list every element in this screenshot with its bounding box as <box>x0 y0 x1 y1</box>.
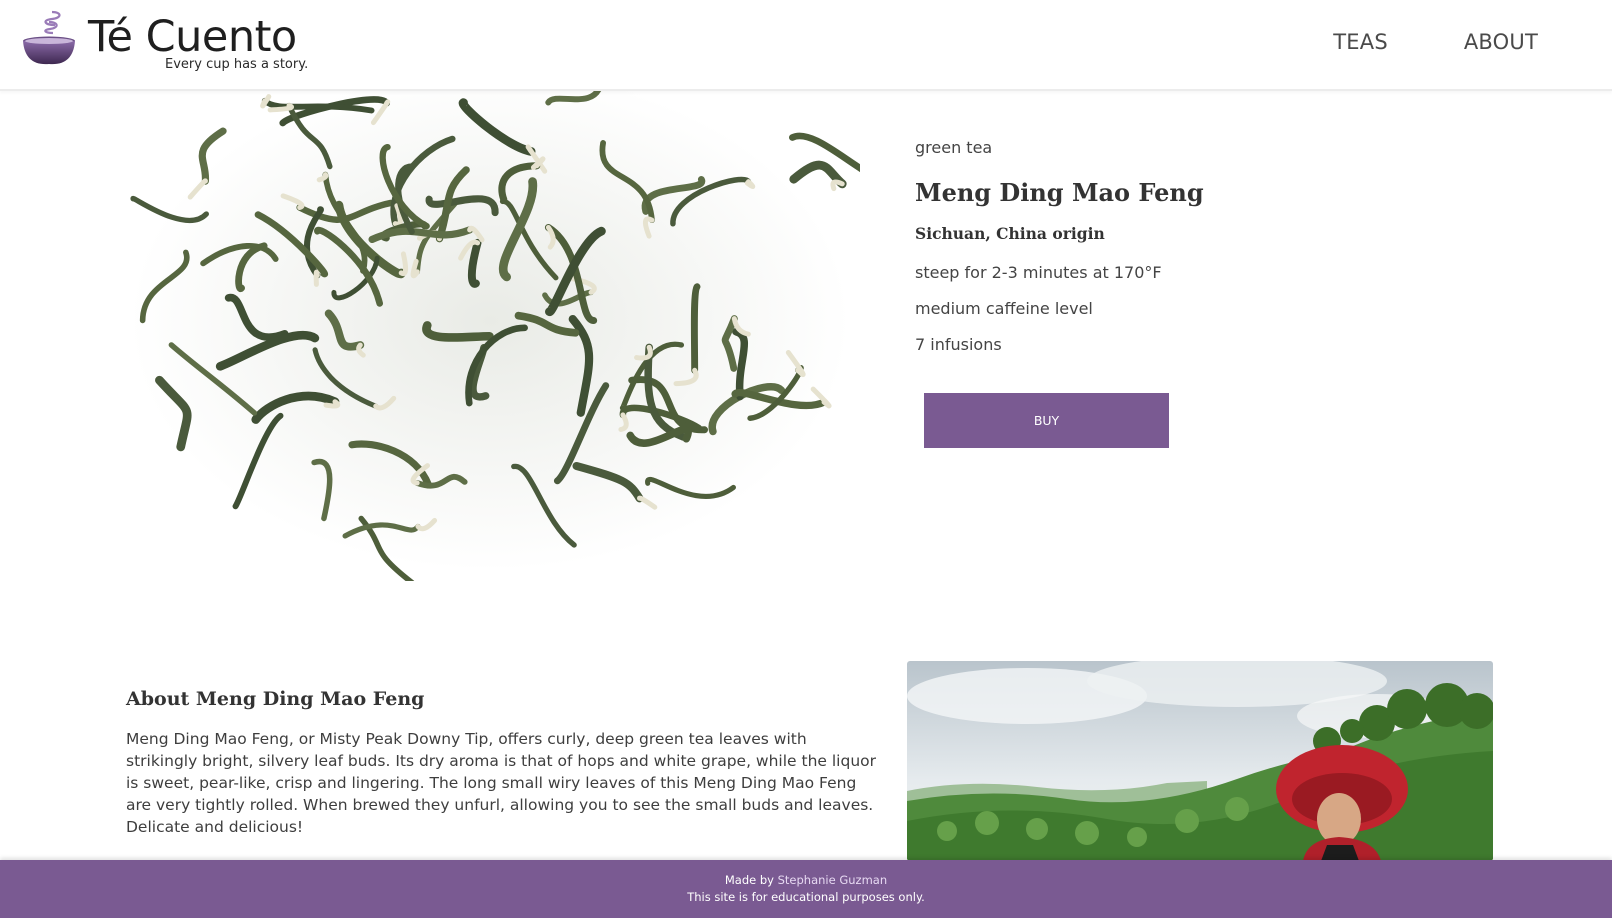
footer-disclaimer: This site is for educational purposes on… <box>687 890 925 904</box>
buy-button[interactable]: BUY <box>924 393 1169 448</box>
tea-leaf <box>690 283 701 374</box>
tea-name: Meng Ding Mao Feng <box>915 178 1204 207</box>
nav-about-link[interactable]: ABOUT <box>1464 30 1538 54</box>
footer-credit: Made by Stephanie Guzman <box>0 873 1612 887</box>
infusion-count: 7 infusions <box>915 335 1002 354</box>
made-by-label: Made by <box>724 873 774 887</box>
product-details: green tea Meng Ding Mao Feng Sichuan, Ch… <box>915 138 1515 448</box>
about-section: About Meng Ding Mao Feng Meng Ding Mao F… <box>126 688 876 838</box>
nav-teas-link[interactable]: TEAS <box>1333 30 1388 54</box>
site-header: Té Cuento Every cup has a story. TEAS AB… <box>0 0 1612 91</box>
main-nav: TEAS ABOUT <box>1333 30 1538 54</box>
author-link[interactable]: Stephanie Guzman <box>778 873 888 887</box>
site-logo[interactable]: Té Cuento Every cup has a story. <box>22 8 312 78</box>
tea-cup-logo-icon <box>23 10 75 65</box>
tea-leaves-image <box>120 91 860 581</box>
steep-instructions: steep for 2-3 minutes at 170°F <box>915 263 1162 282</box>
tea-farm-illustration <box>907 661 1493 861</box>
about-title: About Meng Ding Mao Feng <box>126 688 425 710</box>
tea-farmer-photo <box>907 661 1493 861</box>
tea-origin: Sichuan, China origin <box>915 224 1105 243</box>
tea-category: green tea <box>915 138 993 157</box>
site-footer: Made by Stephanie Guzman This site is fo… <box>0 860 1612 918</box>
tea-leaves-illustration <box>130 91 860 581</box>
caffeine-level: medium caffeine level <box>915 299 1093 318</box>
silver-bud <box>313 269 320 287</box>
about-description: Meng Ding Mao Feng, or Misty Peak Downy … <box>126 730 876 836</box>
brand-tagline: Every cup has a story. <box>165 57 309 72</box>
silver-bud <box>744 179 756 190</box>
brand-name: Té Cuento <box>88 12 297 62</box>
